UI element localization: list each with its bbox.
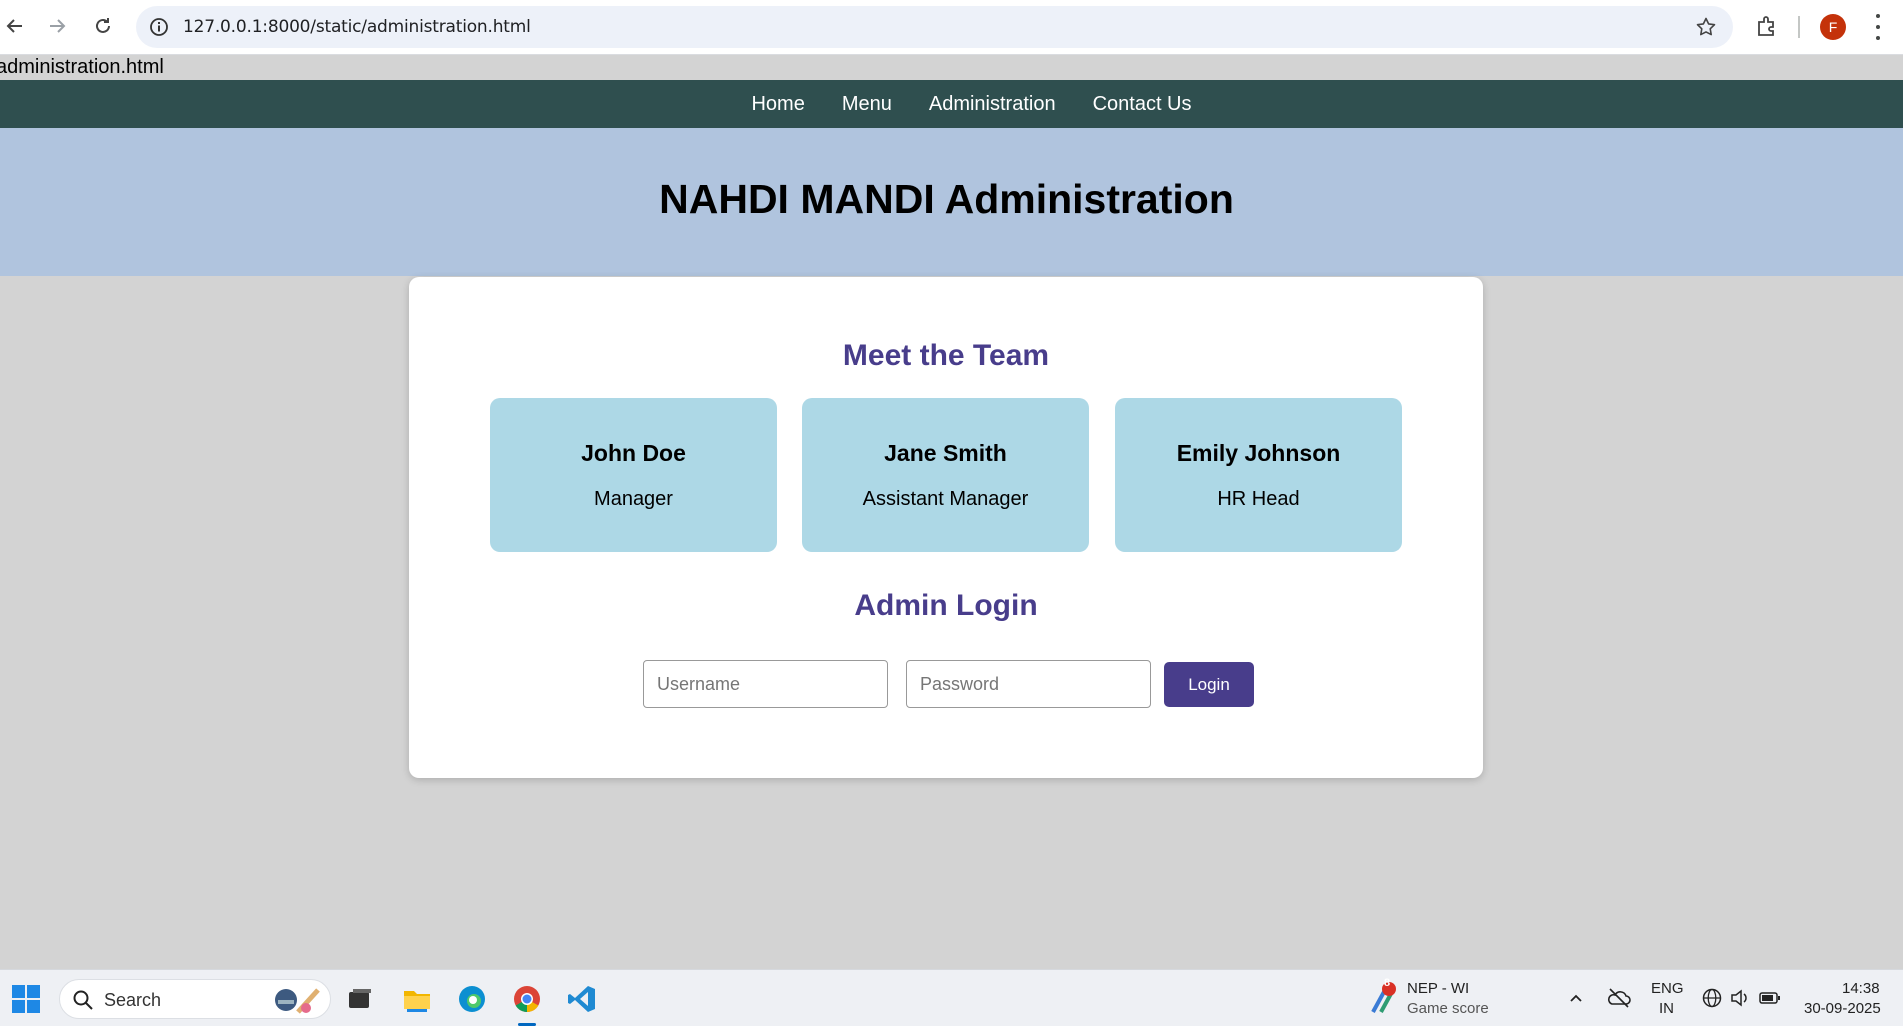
username-input[interactable] [643, 660, 888, 708]
member-role: HR Head [1217, 488, 1300, 510]
volume-icon[interactable] [1729, 987, 1751, 1009]
profile-avatar[interactable]: F [1820, 14, 1846, 40]
nav-home[interactable]: Home [751, 93, 804, 116]
login-button[interactable]: Login [1164, 662, 1254, 707]
browser-menu-button[interactable] [1874, 14, 1882, 40]
language-indicator-bottom[interactable]: IN [1659, 999, 1674, 1018]
search-icon [73, 990, 93, 1010]
member-name: Emily Johnson [1176, 440, 1341, 466]
bookmark-star-icon[interactable] [1695, 16, 1717, 38]
vscode-icon[interactable] [566, 983, 598, 1015]
member-role: Manager [594, 488, 673, 510]
widget-subtitle: Game score [1407, 1000, 1489, 1017]
team-member-card: Emily Johnson HR Head [1115, 398, 1402, 552]
broken-image-alt-text: administration.html [0, 56, 164, 78]
extensions-icon[interactable] [1754, 13, 1780, 39]
reload-icon [96, 18, 110, 33]
widget-title: NEP - WI [1407, 980, 1470, 997]
browser-toolbar: 127.0.0.1:8000/static/administration.htm… [0, 0, 1903, 55]
avatar-letter: F [1828, 19, 1838, 35]
windows-start-icon[interactable] [10, 983, 42, 1015]
nav-contact-us[interactable]: Contact Us [1093, 93, 1192, 116]
page-header: NAHDI MANDI Administration [0, 128, 1903, 276]
clock-date[interactable]: 30-09-2025 [1804, 999, 1881, 1018]
reload-button[interactable] [88, 11, 118, 41]
member-name: John Doe [581, 440, 686, 466]
battery-icon[interactable] [1758, 987, 1782, 1009]
team-heading: Meet the Team [842, 339, 1050, 372]
toolbar-separator [1798, 16, 1800, 38]
network-globe-icon[interactable] [1701, 987, 1723, 1009]
windows-taskbar: Search 8 NEP - WI Game score ENG IN 14:3… [0, 969, 1903, 1026]
file-explorer-icon[interactable] [401, 983, 433, 1015]
site-info-icon[interactable] [148, 16, 170, 38]
member-name: Jane Smith [884, 440, 1007, 466]
taskbar-search[interactable]: Search [59, 979, 331, 1019]
member-role: Assistant Manager [862, 488, 1029, 510]
address-bar[interactable]: 127.0.0.1:8000/static/administration.htm… [136, 6, 1733, 48]
back-button[interactable] [0, 11, 30, 41]
page-title: NAHDI MANDI Administration [659, 176, 1234, 222]
language-indicator-top[interactable]: ENG [1651, 979, 1684, 998]
forward-button[interactable] [42, 11, 72, 41]
chevron-up-icon[interactable] [1568, 990, 1584, 1006]
url-text: 127.0.0.1:8000/static/administration.htm… [183, 17, 531, 37]
edge-browser-icon[interactable] [456, 983, 488, 1015]
password-input[interactable] [906, 660, 1151, 708]
nav-menu[interactable]: Menu [842, 93, 892, 116]
search-label: Search [104, 990, 162, 1010]
cricket-widget-icon [275, 988, 320, 1014]
nav-administration[interactable]: Administration [929, 93, 1056, 116]
widget-badge: 8 [1384, 977, 1391, 989]
admin-card: Meet the Team John Doe Manager Jane Smit… [409, 277, 1483, 778]
top-navigation: Home Menu Administration Contact Us [0, 80, 1903, 128]
clock-time[interactable]: 14:38 [1842, 979, 1880, 998]
team-member-card: John Doe Manager [490, 398, 777, 552]
task-view-icon[interactable] [343, 983, 375, 1015]
onedrive-offline-icon[interactable] [1606, 986, 1632, 1010]
cricket-score-icon[interactable] [1367, 982, 1399, 1016]
chrome-browser-icon[interactable] [511, 983, 543, 1015]
forward-arrow-icon [50, 19, 66, 33]
back-arrow-icon [6, 19, 22, 33]
login-heading: Admin Login [854, 589, 1038, 622]
team-member-card: Jane Smith Assistant Manager [802, 398, 1089, 552]
